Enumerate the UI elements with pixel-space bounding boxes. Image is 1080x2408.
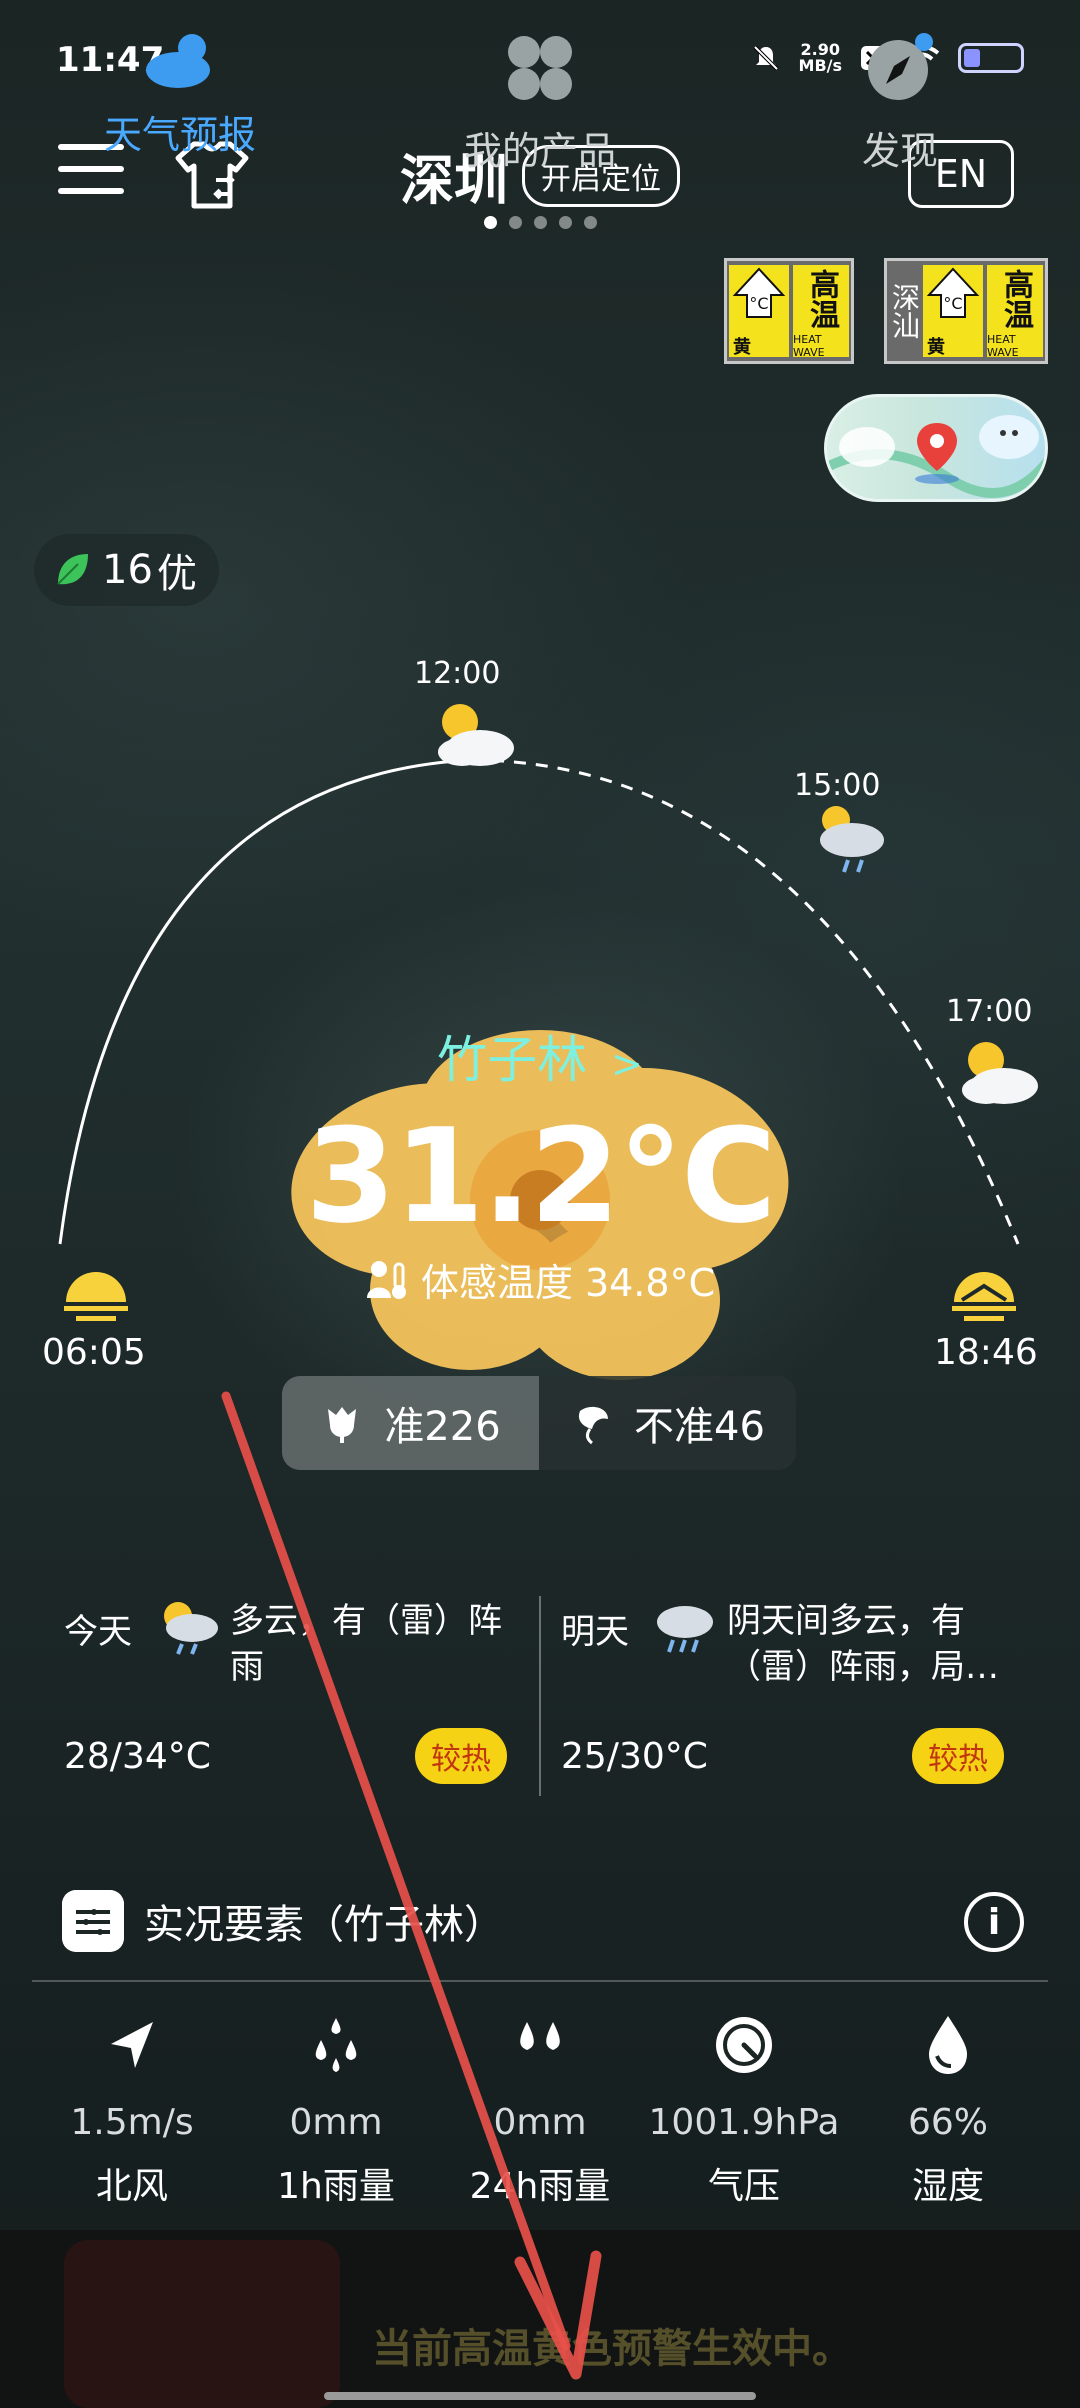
heat-warning-icon: °C: [926, 267, 980, 318]
divider: [32, 1980, 1048, 1982]
warning-thermo-cell: °C 黄: [729, 265, 789, 358]
vote-accurate-button[interactable]: 准226: [282, 1376, 539, 1470]
heat-warning-icon: °C: [732, 267, 786, 318]
nav-products-tab[interactable]: 我的产品: [430, 30, 650, 175]
warning-type-cell: 高温 HEAT WAVE: [987, 265, 1043, 359]
current-temperature: 31.2°C: [305, 1100, 776, 1252]
nav-highlight: [64, 2240, 340, 2408]
hour-label: 15:00: [794, 768, 881, 803]
compass-icon: [868, 33, 933, 100]
forecast-day: 明天: [561, 1612, 629, 1652]
metric-wind: 1.5m/s 北风: [30, 2010, 234, 2209]
rain-drops-icon: [315, 2018, 357, 2072]
forecast-tomorrow[interactable]: 明天 阴天间多云，有（雷）阵雨，局… 25/30°C 较热: [541, 1596, 1036, 1796]
nav-discover-tab[interactable]: 发现: [790, 30, 1010, 175]
forecast-day: 今天: [64, 1612, 132, 1652]
daily-forecast: 今天 多云，有（雷）阵雨 28/34°C 较热 明天 阴天间多云，有（雷）阵雨，…: [44, 1596, 1036, 1796]
partly-cloudy-icon: [438, 704, 514, 766]
rain-cloud-icon: [820, 806, 884, 873]
forecast-desc: 多云，有（雷）阵雨: [230, 1601, 502, 1687]
warning-type: 高温: [998, 269, 1033, 329]
home-indicator[interactable]: [324, 2392, 756, 2400]
metric-rain-1h: 0mm 1h雨量: [234, 2010, 438, 2209]
aqi-level: 优: [156, 551, 197, 597]
aqi-value: 16: [102, 547, 153, 593]
heat-warning-badge-shenshan[interactable]: 深汕 °C 黄 高温 HEAT WAVE: [884, 258, 1048, 364]
warning-thermo-cell: °C 黄: [923, 265, 983, 358]
leaf-icon: [57, 554, 88, 585]
pressure-gauge-icon: [716, 2017, 772, 2073]
cloud-icon: [146, 34, 210, 88]
warning-type-cell: 高温 HEAT WAVE: [793, 265, 849, 359]
heat-warning-badge[interactable]: °C 黄 高温 HEAT WAVE: [724, 258, 854, 364]
forecast-vote: 准226 不准46: [282, 1376, 796, 1470]
live-data-icon: [62, 1890, 124, 1952]
products-grid-icon: [508, 36, 572, 100]
flower-bud-icon: [328, 1407, 357, 1443]
aqi-badge[interactable]: 16 优: [34, 534, 219, 606]
page-dot: [558, 216, 572, 229]
humidity-drop-icon: [929, 2016, 967, 2074]
live-metrics: 1.5m/s 北风 0mm 1h雨量 0mm 24h雨量 1001.9hPa 气…: [30, 2010, 1050, 2209]
sunrise-time: 06:05: [42, 1332, 146, 1373]
live-elements-title: 实况要素（竹子林）: [144, 1902, 504, 1948]
svg-text:°C: °C: [943, 294, 962, 313]
forecast-temp: 28/34°C: [64, 1736, 211, 1777]
wind-direction-icon: [111, 2022, 153, 2068]
comfort-badge: 较热: [912, 1728, 1004, 1784]
warning-city: 深汕: [888, 283, 921, 339]
warning-banner[interactable]: 当前高温黄色预警生效中。: [372, 2316, 852, 2374]
rain-drops-icon: [520, 2022, 560, 2050]
nav-weather-tab[interactable]: 天气预报: [70, 30, 290, 159]
map-thumbnail-icon: [827, 415, 1045, 498]
thunder-shower-icon: [164, 1602, 218, 1655]
svg-text:°C: °C: [749, 294, 768, 313]
page-dot: [508, 216, 522, 229]
warning-type: 高温: [804, 269, 839, 329]
page-dot: [533, 216, 547, 229]
wilted-flower-icon: [578, 1406, 609, 1445]
forecast-today[interactable]: 今天 多云，有（雷）阵雨 28/34°C 较热: [44, 1596, 541, 1796]
forecast-desc: 阴天间多云，有（雷）阵雨，局…: [727, 1601, 999, 1687]
weather-map-button[interactable]: [824, 394, 1048, 502]
live-elements-header: 实况要素（竹子林） i: [62, 1886, 1024, 1956]
page-dot-active: [483, 216, 497, 229]
metric-pressure: 1001.9hPa 气压: [642, 2010, 846, 2209]
feels-like: 体感温度 34.8°C: [0, 1252, 1080, 1307]
hour-label: 12:00: [414, 656, 501, 691]
mute-bell-icon: [753, 45, 778, 71]
forecast-temp: 25/30°C: [561, 1736, 708, 1777]
metric-humidity: 66% 湿度: [846, 2010, 1050, 2209]
current-location-link[interactable]: 竹子林 >: [0, 1020, 1080, 1092]
rain-icon: [657, 1606, 713, 1653]
page-indicator: [0, 216, 1080, 229]
chevron-right-icon: >: [611, 1042, 643, 1086]
person-thermometer-icon: [366, 1260, 406, 1299]
sunset-time: 18:46: [934, 1332, 1038, 1373]
page-dot: [583, 216, 597, 229]
info-icon[interactable]: i: [964, 1892, 1024, 1952]
metric-rain-24h: 0mm 24h雨量: [438, 2010, 642, 2209]
comfort-badge: 较热: [415, 1728, 507, 1784]
vote-inaccurate-button[interactable]: 不准46: [539, 1376, 796, 1470]
